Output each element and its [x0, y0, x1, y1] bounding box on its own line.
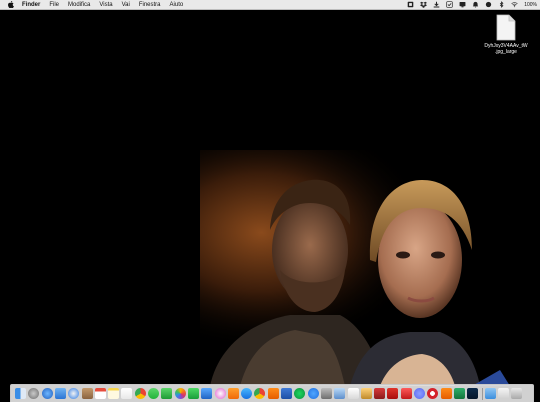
books-icon[interactable]: [227, 388, 239, 399]
itunes-icon[interactable]: [214, 388, 226, 399]
numbers-icon[interactable]: [187, 388, 199, 399]
adobe-icon[interactable]: [400, 388, 412, 399]
reminders-icon[interactable]: [121, 388, 133, 399]
finder-icon[interactable]: [15, 388, 26, 399]
desktop-file[interactable]: DyhJxy3V4AAv_tW .jpg_large: [478, 14, 534, 55]
discord-icon[interactable]: [414, 388, 425, 399]
contacts-icon[interactable]: [81, 388, 93, 399]
menu-file[interactable]: File: [49, 0, 59, 10]
opera-icon[interactable]: [427, 388, 439, 399]
document-file-icon: [496, 14, 516, 41]
facetime-icon[interactable]: [161, 388, 173, 399]
vlc-icon[interactable]: [440, 388, 452, 399]
preview-icon[interactable]: [334, 388, 346, 399]
word-icon[interactable]: [281, 388, 292, 399]
notification-icon[interactable]: [472, 1, 479, 8]
mail-icon[interactable]: [54, 388, 66, 399]
spotlight-status-icon[interactable]: [407, 1, 414, 8]
vlc-icon[interactable]: [267, 388, 279, 399]
apple-menu-icon[interactable]: [8, 1, 14, 8]
messages-icon[interactable]: [148, 388, 159, 399]
spotify-icon[interactable]: [294, 388, 306, 399]
calendar-icon[interactable]: [94, 388, 106, 399]
menu-aiuto[interactable]: Aiuto: [170, 0, 184, 10]
documents-icon[interactable]: [497, 388, 509, 399]
app-name-menu[interactable]: Finder: [22, 0, 40, 10]
trash-icon[interactable]: [511, 388, 523, 399]
download-status-icon[interactable]: [433, 1, 440, 8]
menu-vai[interactable]: Vai: [122, 0, 130, 10]
battery-percentage: 100%: [524, 1, 537, 8]
menu-finestra[interactable]: Finestra: [139, 0, 161, 10]
paint-icon[interactable]: [360, 388, 372, 399]
messenger-icon[interactable]: [307, 388, 319, 399]
menu-bar: Finder File Modifica Vista Vai Finestra …: [0, 0, 540, 10]
downloads-folder-icon[interactable]: [484, 388, 496, 399]
utility-icon[interactable]: [320, 388, 332, 399]
acrobat-icon[interactable]: [387, 388, 399, 399]
safari-compass-icon[interactable]: [41, 388, 53, 399]
accessibility-icon[interactable]: [347, 388, 359, 399]
wallpaper-image: [200, 150, 540, 386]
keynote-icon[interactable]: [201, 388, 213, 399]
status-area: 100%: [407, 0, 540, 10]
menu-vista[interactable]: Vista: [99, 0, 112, 10]
dropbox-icon[interactable]: [420, 1, 428, 8]
photos-icon[interactable]: [174, 388, 186, 399]
dock: [10, 384, 534, 402]
dock-separator: [481, 388, 483, 400]
menu-modifica[interactable]: Modifica: [68, 0, 90, 10]
wifi-icon[interactable]: [511, 1, 518, 8]
bluetooth-icon[interactable]: [498, 1, 505, 8]
excel-icon[interactable]: [453, 388, 465, 399]
photo-booth-icon[interactable]: [374, 388, 386, 399]
chrome-icon[interactable]: [134, 388, 146, 399]
launchpad-icon[interactable]: [28, 388, 40, 399]
photoshop-icon[interactable]: [467, 388, 479, 399]
notes-icon[interactable]: [108, 388, 120, 399]
browser-icon[interactable]: [68, 388, 80, 399]
app-store-icon[interactable]: [241, 388, 253, 399]
dark-drop-icon[interactable]: [485, 1, 492, 8]
checkbox-status-icon[interactable]: [446, 1, 453, 8]
screen-share-icon[interactable]: [459, 1, 466, 8]
desktop-file-name: DyhJxy3V4AAv_tW .jpg_large: [484, 43, 528, 55]
chrome-icon[interactable]: [254, 388, 266, 399]
